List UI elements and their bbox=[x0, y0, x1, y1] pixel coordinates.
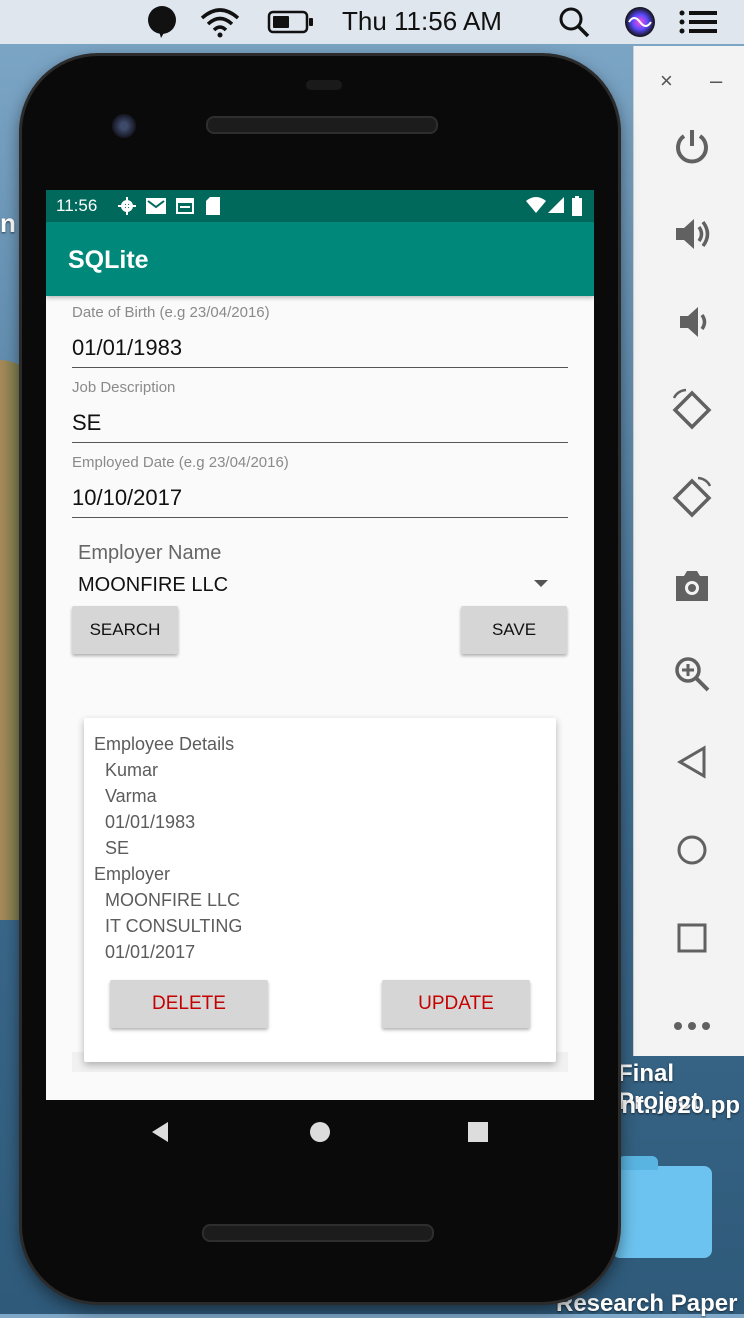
job-description-label: Job Description bbox=[72, 379, 176, 396]
update-button[interactable]: UPDATE bbox=[382, 980, 530, 1028]
siri-icon[interactable] bbox=[622, 6, 658, 38]
employee-details-card: Employee Details Kumar Varma 01/01/1983 … bbox=[84, 718, 556, 1062]
minimize-icon[interactable]: – bbox=[710, 68, 722, 94]
employer-spinner[interactable]: MOONFIRE LLC bbox=[78, 574, 228, 597]
volume-down-icon[interactable] bbox=[670, 300, 714, 344]
rotate-left-icon[interactable] bbox=[670, 388, 714, 432]
android-status-bar: 11:56 bbox=[46, 190, 594, 222]
chat-bubble-icon[interactable] bbox=[146, 6, 178, 38]
proximity-sensor bbox=[306, 80, 342, 90]
calendar-icon bbox=[176, 198, 194, 219]
nav-back-icon[interactable] bbox=[148, 1120, 172, 1149]
employed-date-input[interactable]: 10/10/2017 bbox=[72, 485, 568, 518]
nav-overview-icon[interactable] bbox=[466, 1120, 490, 1149]
job-description-field[interactable]: Job Description SE bbox=[72, 379, 568, 443]
save-button[interactable]: SAVE bbox=[461, 606, 567, 654]
dob-field[interactable]: Date of Birth (e.g 23/04/2016) 01/01/198… bbox=[72, 304, 568, 368]
battery-status-icon bbox=[572, 196, 582, 221]
employed-date-label: Employed Date (e.g 23/04/2016) bbox=[72, 454, 289, 471]
search-icon[interactable] bbox=[556, 6, 592, 38]
card-line: Varma bbox=[105, 786, 157, 806]
dropdown-arrow-icon[interactable] bbox=[534, 580, 548, 587]
bottom-speaker bbox=[202, 1224, 434, 1242]
more-icon[interactable] bbox=[670, 1004, 714, 1048]
settings-gear-icon bbox=[118, 197, 136, 220]
camera-icon[interactable] bbox=[670, 564, 714, 608]
rotate-right-icon[interactable] bbox=[670, 476, 714, 520]
card-employer-heading: Employer bbox=[94, 864, 171, 884]
employer-name-label: Employer Name bbox=[78, 542, 222, 564]
card-line: 01/01/2017 bbox=[105, 942, 196, 962]
desktop-file-label-2[interactable]: ent...020.pp bbox=[608, 1092, 740, 1120]
volume-up-icon[interactable] bbox=[670, 212, 714, 256]
menubar-clock[interactable]: Thu 11:56 AM bbox=[342, 6, 502, 37]
delete-button[interactable]: DELETE bbox=[110, 980, 268, 1028]
menu-list-icon[interactable] bbox=[678, 6, 718, 38]
close-icon[interactable]: × bbox=[660, 68, 673, 94]
wifi-signal-icon bbox=[526, 197, 546, 218]
sd-card-icon bbox=[206, 197, 220, 220]
card-heading: Employee Details bbox=[94, 734, 235, 754]
dob-input[interactable]: 01/01/1983 bbox=[72, 335, 568, 368]
app-toolbar: SQLite bbox=[46, 222, 594, 296]
overview-icon[interactable] bbox=[670, 916, 714, 960]
status-time: 11:56 bbox=[56, 196, 98, 215]
card-line: IT CONSULTING bbox=[105, 916, 243, 936]
android-screen: 11:56 SQLite Date of Birth (e.g 23/04/20… bbox=[46, 190, 594, 1100]
app-title: SQLite bbox=[68, 246, 149, 274]
search-button[interactable]: SEARCH bbox=[72, 606, 178, 654]
earpiece-speaker bbox=[206, 116, 438, 134]
folder-icon[interactable] bbox=[612, 1156, 712, 1258]
emulator-control-panel: × – bbox=[633, 46, 744, 1056]
card-line: Kumar bbox=[105, 760, 159, 780]
card-line: 01/01/1983 bbox=[105, 812, 196, 832]
cell-signal-icon bbox=[548, 197, 564, 218]
android-phone-frame: 11:56 SQLite Date of Birth (e.g 23/04/20… bbox=[22, 56, 618, 1302]
desktop-fragment: n bbox=[0, 208, 16, 238]
nav-home-icon[interactable] bbox=[308, 1120, 332, 1149]
wifi-icon[interactable] bbox=[198, 6, 242, 38]
front-camera-icon bbox=[112, 114, 136, 138]
card-line: SE bbox=[105, 838, 130, 858]
zoom-icon[interactable] bbox=[670, 652, 714, 696]
gmail-icon bbox=[146, 198, 166, 219]
battery-icon[interactable] bbox=[266, 6, 316, 38]
home-icon[interactable] bbox=[670, 828, 714, 872]
android-nav-bar bbox=[46, 1100, 594, 1164]
dob-label: Date of Birth (e.g 23/04/2016) bbox=[72, 304, 270, 321]
back-icon[interactable] bbox=[670, 740, 714, 784]
employed-date-field[interactable]: Employed Date (e.g 23/04/2016) 10/10/201… bbox=[72, 454, 568, 518]
mac-menu-bar: Thu 11:56 AM bbox=[0, 0, 744, 44]
power-icon[interactable] bbox=[670, 124, 714, 168]
job-description-input[interactable]: SE bbox=[72, 410, 568, 443]
card-line: MOONFIRE LLC bbox=[105, 890, 241, 910]
